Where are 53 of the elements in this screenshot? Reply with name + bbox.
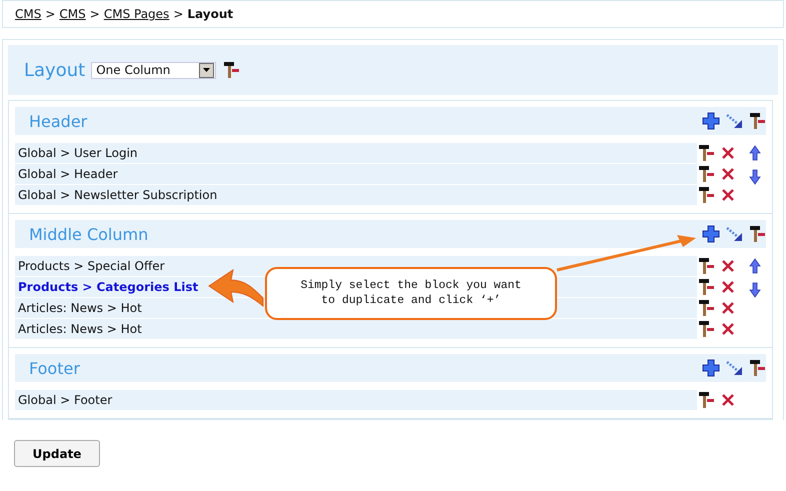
down-arrow-icon[interactable]: [749, 282, 761, 298]
block-item[interactable]: Global > User Login: [18, 146, 138, 160]
section-title: Footer: [29, 358, 80, 378]
callout-note: Simply select the block you want to duplicate and click ‘+’: [265, 267, 557, 320]
block-item[interactable]: Global > Footer: [18, 393, 112, 407]
hammer-icon[interactable]: [697, 257, 715, 275]
up-arrow-icon[interactable]: [749, 258, 761, 274]
breadcrumb-link[interactable]: CMS: [15, 7, 42, 21]
hammer-icon[interactable]: [697, 278, 715, 296]
layout-title: Layout: [24, 60, 86, 80]
curved-arrow: [208, 270, 264, 306]
hammer-icon[interactable]: [697, 165, 715, 183]
delete-icon[interactable]: [720, 166, 736, 182]
breadcrumb-separator: >: [90, 7, 100, 21]
breadcrumb-separator: >: [45, 7, 56, 21]
delete-icon[interactable]: [720, 300, 736, 316]
delete-icon[interactable]: [720, 392, 736, 408]
breadcrumb-link[interactable]: CMS Pages: [104, 7, 170, 21]
diagonal-arrow-icon[interactable]: [725, 359, 743, 377]
hammer-icon[interactable]: [697, 320, 715, 338]
hammer-icon[interactable]: [697, 186, 715, 204]
up-arrow-icon[interactable]: [749, 145, 761, 161]
delete-icon[interactable]: [720, 279, 736, 295]
diagonal-arrow-icon[interactable]: [725, 225, 743, 243]
section-title: Header: [29, 112, 88, 130]
hammer-icon[interactable]: [748, 225, 766, 243]
hammer-icon[interactable]: [697, 144, 715, 162]
block-item[interactable]: Articles: News > Hot: [18, 322, 142, 336]
plus-icon[interactable]: [702, 225, 720, 243]
hammer-icon[interactable]: [222, 61, 240, 79]
block-item[interactable]: Products > Categories List: [18, 280, 198, 294]
plus-icon[interactable]: [702, 112, 720, 130]
down-arrow-icon[interactable]: [749, 169, 761, 185]
delete-icon[interactable]: [720, 187, 736, 203]
delete-icon[interactable]: [720, 145, 736, 161]
block-item[interactable]: Products > Special Offer: [18, 259, 165, 273]
block-item[interactable]: Global > Header: [18, 167, 118, 181]
block-item[interactable]: Articles: News > Hot: [18, 301, 142, 315]
breadcrumb-current: Layout: [187, 7, 234, 21]
breadcrumb-separator: >: [173, 7, 184, 21]
plus-icon[interactable]: [702, 359, 720, 377]
section-title: Middle Column: [29, 224, 148, 244]
delete-icon[interactable]: [720, 321, 736, 337]
layout-select[interactable]: One Column: [91, 62, 216, 78]
diagonal-arrow-icon[interactable]: [725, 112, 743, 130]
breadcrumb-link[interactable]: CMS: [59, 7, 86, 21]
block-item[interactable]: Global > Newsletter Subscription: [18, 188, 218, 202]
hammer-icon[interactable]: [697, 299, 715, 317]
hammer-icon[interactable]: [748, 112, 766, 130]
hammer-icon[interactable]: [697, 391, 715, 409]
delete-icon[interactable]: [720, 258, 736, 274]
hammer-icon[interactable]: [748, 359, 766, 377]
update-button[interactable]: Update: [14, 440, 100, 467]
